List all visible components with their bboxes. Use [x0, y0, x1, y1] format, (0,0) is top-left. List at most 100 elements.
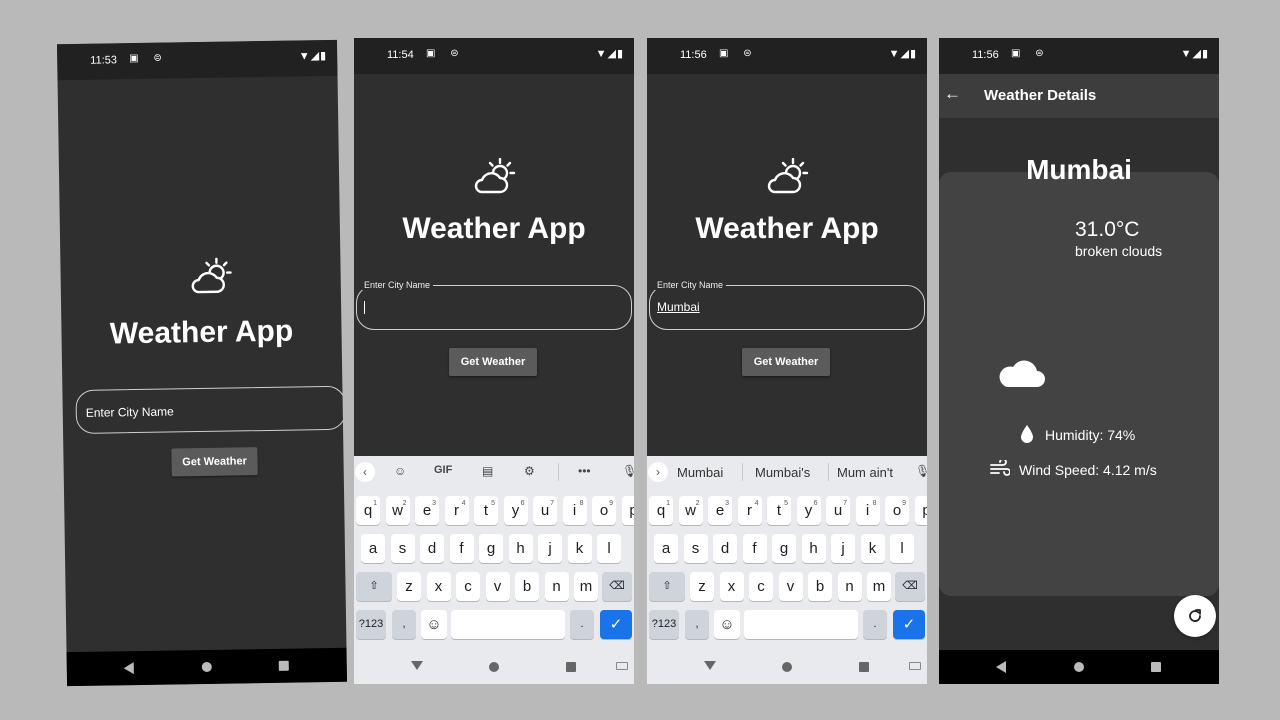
key-l[interactable]: l	[890, 534, 914, 563]
key-h[interactable]: h	[801, 534, 826, 563]
key-z[interactable]: z	[690, 572, 714, 601]
key-o[interactable]: o9	[592, 496, 616, 525]
key-d[interactable]: d	[420, 534, 444, 563]
key-w[interactable]: w2	[678, 496, 703, 525]
suggestion-3[interactable]: Mum ain't	[837, 465, 893, 480]
comma-key[interactable]: ,	[392, 610, 416, 639]
clipboard-icon[interactable]: ▤	[482, 464, 493, 478]
enter-key[interactable]: ✓	[893, 610, 925, 639]
key-e[interactable]: e3	[415, 496, 439, 525]
get-weather-button[interactable]: Get Weather	[742, 348, 830, 376]
key-k[interactable]: k	[860, 534, 885, 563]
key-g[interactable]: g	[479, 534, 503, 563]
key-u[interactable]: u7	[533, 496, 557, 525]
key-v[interactable]: v	[778, 572, 803, 601]
chevron-left-icon[interactable]: ‹	[355, 462, 375, 482]
backspace-key[interactable]: ⌫	[602, 572, 632, 601]
gif-button[interactable]: GIF	[434, 464, 452, 476]
get-weather-button[interactable]: Get Weather	[449, 348, 537, 376]
nav-back-icon[interactable]	[123, 661, 137, 675]
shift-key[interactable]: ⇧	[356, 572, 392, 601]
key-s[interactable]: s	[683, 534, 708, 563]
key-l[interactable]: l	[597, 534, 621, 563]
key-x[interactable]: x	[719, 572, 744, 601]
key-b[interactable]: b	[808, 572, 832, 601]
get-weather-button[interactable]: Get Weather	[171, 447, 258, 477]
key-h[interactable]: h	[508, 534, 533, 563]
key-y[interactable]: y6	[503, 496, 528, 525]
nav-recents-icon[interactable]	[564, 660, 578, 674]
key-r[interactable]: r4	[444, 496, 469, 525]
key-s[interactable]: s	[390, 534, 415, 563]
spacebar-key[interactable]	[744, 610, 858, 639]
backspace-key[interactable]: ⌫	[895, 572, 925, 601]
key-m[interactable]: m	[867, 572, 891, 601]
nav-recents-icon[interactable]	[277, 659, 291, 673]
emoji-key[interactable]: ☺	[714, 610, 740, 639]
back-arrow-icon[interactable]: ←	[944, 84, 961, 104]
key-w[interactable]: w2	[385, 496, 410, 525]
suggestion-2[interactable]: Mumbai's	[755, 465, 810, 480]
period-key[interactable]: .	[570, 610, 594, 639]
key-t[interactable]: t5	[474, 496, 498, 525]
key-p[interactable]: p0	[914, 496, 927, 525]
microphone-icon[interactable]: 🎙	[622, 464, 634, 478]
keyboard-switch-icon[interactable]	[616, 662, 628, 670]
key-i[interactable]: i8	[562, 496, 587, 525]
keyboard-switch-icon[interactable]	[909, 662, 921, 670]
symbols-key[interactable]: ?123	[356, 610, 386, 639]
key-k[interactable]: k	[567, 534, 592, 563]
key-g[interactable]: g	[772, 534, 796, 563]
shift-key[interactable]: ⇧	[649, 572, 685, 601]
key-b[interactable]: b	[515, 572, 539, 601]
refresh-button[interactable]	[1174, 595, 1216, 637]
key-n[interactable]: n	[544, 572, 569, 601]
settings-gear-icon[interactable]: ⚙	[524, 464, 535, 478]
nav-back-down-icon[interactable]	[410, 660, 424, 674]
key-p[interactable]: p0	[621, 496, 634, 525]
key-y[interactable]: y6	[796, 496, 821, 525]
key-d[interactable]: d	[713, 534, 737, 563]
nav-back-icon[interactable]	[995, 660, 1009, 674]
key-c[interactable]: c	[749, 572, 773, 601]
key-u[interactable]: u7	[826, 496, 850, 525]
nav-recents-icon[interactable]	[1149, 660, 1163, 674]
nav-home-icon[interactable]	[780, 660, 794, 674]
key-n[interactable]: n	[837, 572, 862, 601]
key-a[interactable]: a	[361, 534, 385, 563]
key-j[interactable]: j	[831, 534, 855, 563]
nav-back-down-icon[interactable]	[703, 660, 717, 674]
more-options-icon[interactable]: •••	[578, 464, 591, 478]
city-input[interactable]	[356, 285, 632, 330]
nav-home-icon[interactable]	[200, 660, 214, 674]
nav-recents-icon[interactable]	[857, 660, 871, 674]
comma-key[interactable]: ,	[685, 610, 709, 639]
key-t[interactable]: t5	[767, 496, 791, 525]
sticker-icon[interactable]: ☺	[394, 464, 406, 478]
key-e[interactable]: e3	[708, 496, 732, 525]
period-key[interactable]: .	[863, 610, 887, 639]
key-v[interactable]: v	[485, 572, 510, 601]
key-o[interactable]: o9	[885, 496, 909, 525]
emoji-key[interactable]: ☺	[421, 610, 447, 639]
enter-key[interactable]: ✓	[600, 610, 632, 639]
chevron-right-icon[interactable]: ›	[648, 462, 668, 482]
microphone-icon[interactable]: 🎙	[915, 464, 927, 478]
key-r[interactable]: r4	[737, 496, 762, 525]
key-c[interactable]: c	[456, 572, 480, 601]
key-x[interactable]: x	[426, 572, 451, 601]
suggestion-1[interactable]: Mumbai	[677, 465, 723, 480]
nav-home-icon[interactable]	[1072, 660, 1086, 674]
key-f[interactable]: f	[742, 534, 767, 563]
spacebar-key[interactable]	[451, 610, 565, 639]
key-q[interactable]: q1	[356, 496, 380, 525]
nav-home-icon[interactable]	[487, 660, 501, 674]
key-f[interactable]: f	[449, 534, 474, 563]
key-i[interactable]: i8	[855, 496, 880, 525]
key-a[interactable]: a	[654, 534, 678, 563]
key-q[interactable]: q1	[649, 496, 673, 525]
key-z[interactable]: z	[397, 572, 421, 601]
key-m[interactable]: m	[574, 572, 598, 601]
symbols-key[interactable]: ?123	[649, 610, 679, 639]
key-j[interactable]: j	[538, 534, 562, 563]
